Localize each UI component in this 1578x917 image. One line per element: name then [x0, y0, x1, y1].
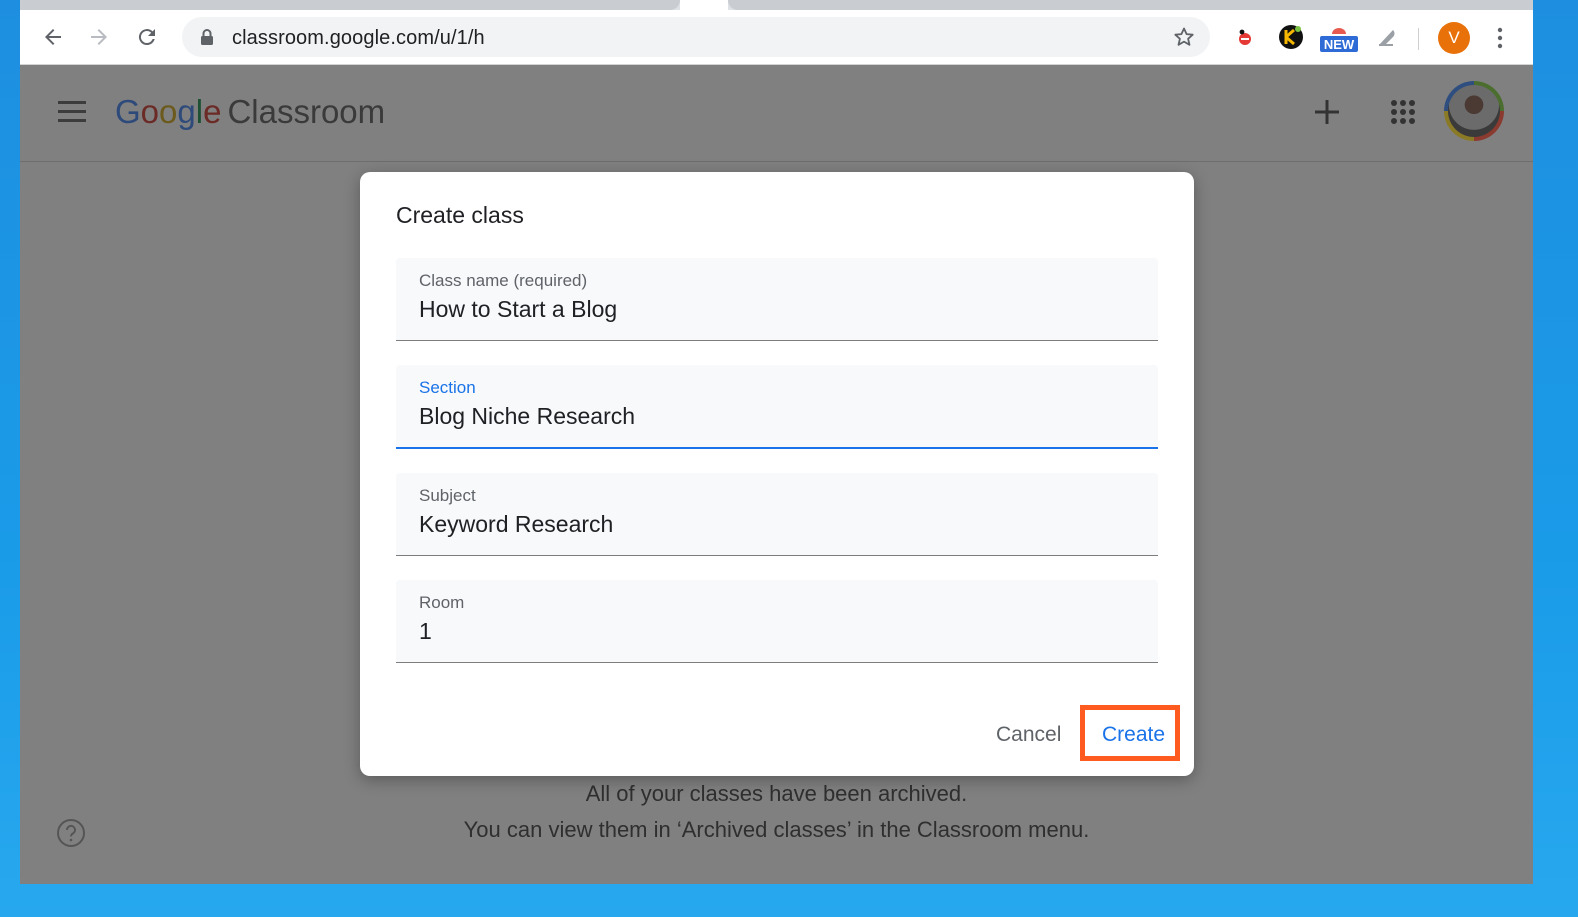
- room-field[interactable]: Room 1: [396, 580, 1158, 663]
- browser-window: classroom.google.com/u/1/h NEW V Google C: [20, 0, 1533, 884]
- address-bar[interactable]: classroom.google.com/u/1/h: [182, 17, 1210, 57]
- browser-toolbar: classroom.google.com/u/1/h NEW V: [20, 10, 1533, 65]
- class-name-field[interactable]: Class name (required) How to Start a Blo…: [396, 258, 1158, 341]
- lock-icon: [200, 28, 214, 51]
- add-class-plus-icon[interactable]: [1310, 95, 1344, 129]
- browser-tab[interactable]: [20, 0, 680, 10]
- dialog-title: Create class: [396, 202, 524, 228]
- room-value[interactable]: 1: [419, 618, 432, 645]
- back-icon[interactable]: [38, 22, 68, 52]
- subject-value[interactable]: Keyword Research: [419, 511, 613, 538]
- section-value[interactable]: Blog Niche Research: [419, 403, 635, 430]
- archived-message-line1: All of your classes have been archived.: [585, 781, 968, 806]
- help-icon[interactable]: [56, 818, 86, 848]
- section-label: Section: [419, 378, 476, 397]
- create-class-dialog: Create class Class name (required) How t…: [360, 172, 1194, 776]
- url-text: classroom.google.com/u/1/h: [232, 27, 485, 49]
- reload-icon[interactable]: [132, 22, 162, 52]
- google-apps-grid-icon[interactable]: [1390, 99, 1416, 125]
- extension-keywords-icon[interactable]: [1276, 22, 1306, 52]
- archived-message-line2: You can view them in ‘Archived classes’ …: [463, 817, 1090, 842]
- app-header: Google Classroom: [20, 65, 1533, 162]
- google-classroom-logo[interactable]: Google Classroom: [115, 92, 385, 132]
- section-field[interactable]: Section Blog Niche Research: [396, 365, 1158, 449]
- extension-new-badge-icon[interactable]: NEW: [1320, 22, 1358, 52]
- class-name-value[interactable]: How to Start a Blog: [419, 296, 617, 323]
- user-photo: [1448, 85, 1500, 137]
- new-badge-text: NEW: [1324, 37, 1355, 52]
- subject-label: Subject: [419, 486, 476, 505]
- extension-tomato-icon[interactable]: [1230, 22, 1260, 52]
- subject-field[interactable]: Subject Keyword Research: [396, 473, 1158, 556]
- main-menu-icon[interactable]: [58, 101, 86, 123]
- create-button-highlight-box: [1080, 705, 1180, 761]
- class-name-label: Class name (required): [419, 271, 588, 290]
- bookmark-star-icon[interactable]: [1172, 25, 1196, 54]
- tab-strip: [20, 0, 1533, 10]
- room-label: Room: [419, 593, 465, 612]
- browser-tab[interactable]: [728, 0, 1533, 10]
- extension-feather-icon[interactable]: [1372, 22, 1402, 52]
- cancel-button[interactable]: Cancel: [996, 723, 1061, 747]
- active-tab-edge: [680, 0, 728, 10]
- account-avatar[interactable]: [1444, 81, 1504, 141]
- toolbar-separator: [1418, 28, 1419, 50]
- chrome-menu-icon[interactable]: [1490, 24, 1510, 52]
- profile-avatar[interactable]: V: [1438, 22, 1470, 54]
- forward-icon[interactable]: [84, 22, 114, 52]
